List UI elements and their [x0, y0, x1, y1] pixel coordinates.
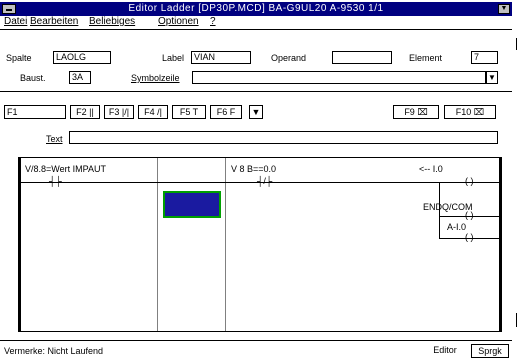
f3-button[interactable]: F3 |/|: [104, 105, 134, 119]
menu-datei[interactable]: Datei: [4, 16, 27, 27]
f5-button[interactable]: F5 T: [172, 105, 206, 119]
operand-field[interactable]: [332, 51, 392, 64]
menu-optionen[interactable]: Optionen: [158, 16, 199, 27]
contact-label: V/8.8=Wert IMPAUT: [25, 164, 106, 174]
symbol-dropdown-icon[interactable]: ▼: [486, 71, 498, 84]
right-power-rail: [499, 158, 501, 331]
coil-symbol: ( ): [465, 176, 474, 186]
f4-button[interactable]: F4 /|: [138, 105, 168, 119]
spalte-field[interactable]: LAOLG: [53, 51, 111, 64]
window-title: Editor Ladder [DP30P.MCD] BA-G9UL20 A-95…: [128, 3, 384, 14]
text-label: Text: [46, 134, 63, 144]
scroll-indicator[interactable]: [512, 28, 521, 340]
contact-symbol: ┤/├: [257, 176, 273, 186]
f6-button[interactable]: F6 F: [210, 105, 242, 119]
f10-button[interactable]: F10 ⌧: [444, 105, 496, 119]
bausteine-label: Baust.: [20, 73, 46, 83]
menu-bearbeiten[interactable]: Bearbeiten: [30, 16, 78, 27]
contact-label: V 8 B==0.0: [231, 164, 277, 174]
text-field[interactable]: [69, 131, 498, 144]
status-mode: Editor: [433, 345, 457, 355]
menu-bar: Datei Bearbeiten Beliebiges Optionen ?: [0, 16, 512, 30]
element-label: Element: [409, 53, 443, 63]
title-bar: Editor Ladder [DP30P.MCD] BA-G9UL20 A-95…: [0, 2, 512, 16]
coil-label: A-I.0: [447, 222, 467, 232]
f1-button[interactable]: F1: [4, 105, 66, 119]
ladder-diagram[interactable]: V/8.8=Wert IMPAUT V 8 B==0.0 <-- I.0 ┤├ …: [18, 157, 502, 332]
f9-button[interactable]: F9 ⌧: [393, 105, 439, 119]
menu-help[interactable]: ?: [210, 16, 216, 27]
left-power-rail: [19, 158, 21, 331]
branch-vertical: [439, 182, 440, 239]
separator: [0, 91, 512, 92]
symbol-field[interactable]: [192, 71, 486, 84]
label-label: Label: [162, 53, 185, 63]
contact-symbol: ┤├: [49, 176, 62, 186]
status-bar: Vermerke: Nicht Laufend Editor Sprgk: [0, 340, 512, 362]
spalte-label: Spalte: [6, 53, 32, 63]
coil-symbol: ( ): [465, 232, 474, 242]
status-language: Sprgk: [471, 344, 509, 358]
fkey-more-icon[interactable]: ▼: [249, 105, 263, 119]
status-text: Vermerke: Nicht Laufend: [4, 346, 104, 356]
label-field[interactable]: VIAN: [191, 51, 251, 64]
coil-label: <-- I.0: [419, 164, 443, 174]
column-divider: [225, 158, 226, 331]
column-divider: [157, 158, 158, 331]
bausteine-field[interactable]: 3A: [69, 71, 91, 84]
operand-label: Operand: [271, 53, 307, 63]
menu-beliebiges[interactable]: Beliebiges: [89, 16, 135, 27]
f2-button[interactable]: F2 ||: [70, 105, 100, 119]
coil-symbol: ( ): [465, 210, 474, 220]
symbol-label: Symbolzeile: [131, 73, 180, 83]
cursor-cell[interactable]: [163, 191, 221, 218]
element-field[interactable]: 7: [471, 51, 498, 64]
minimize-button[interactable]: ▼: [498, 4, 510, 14]
